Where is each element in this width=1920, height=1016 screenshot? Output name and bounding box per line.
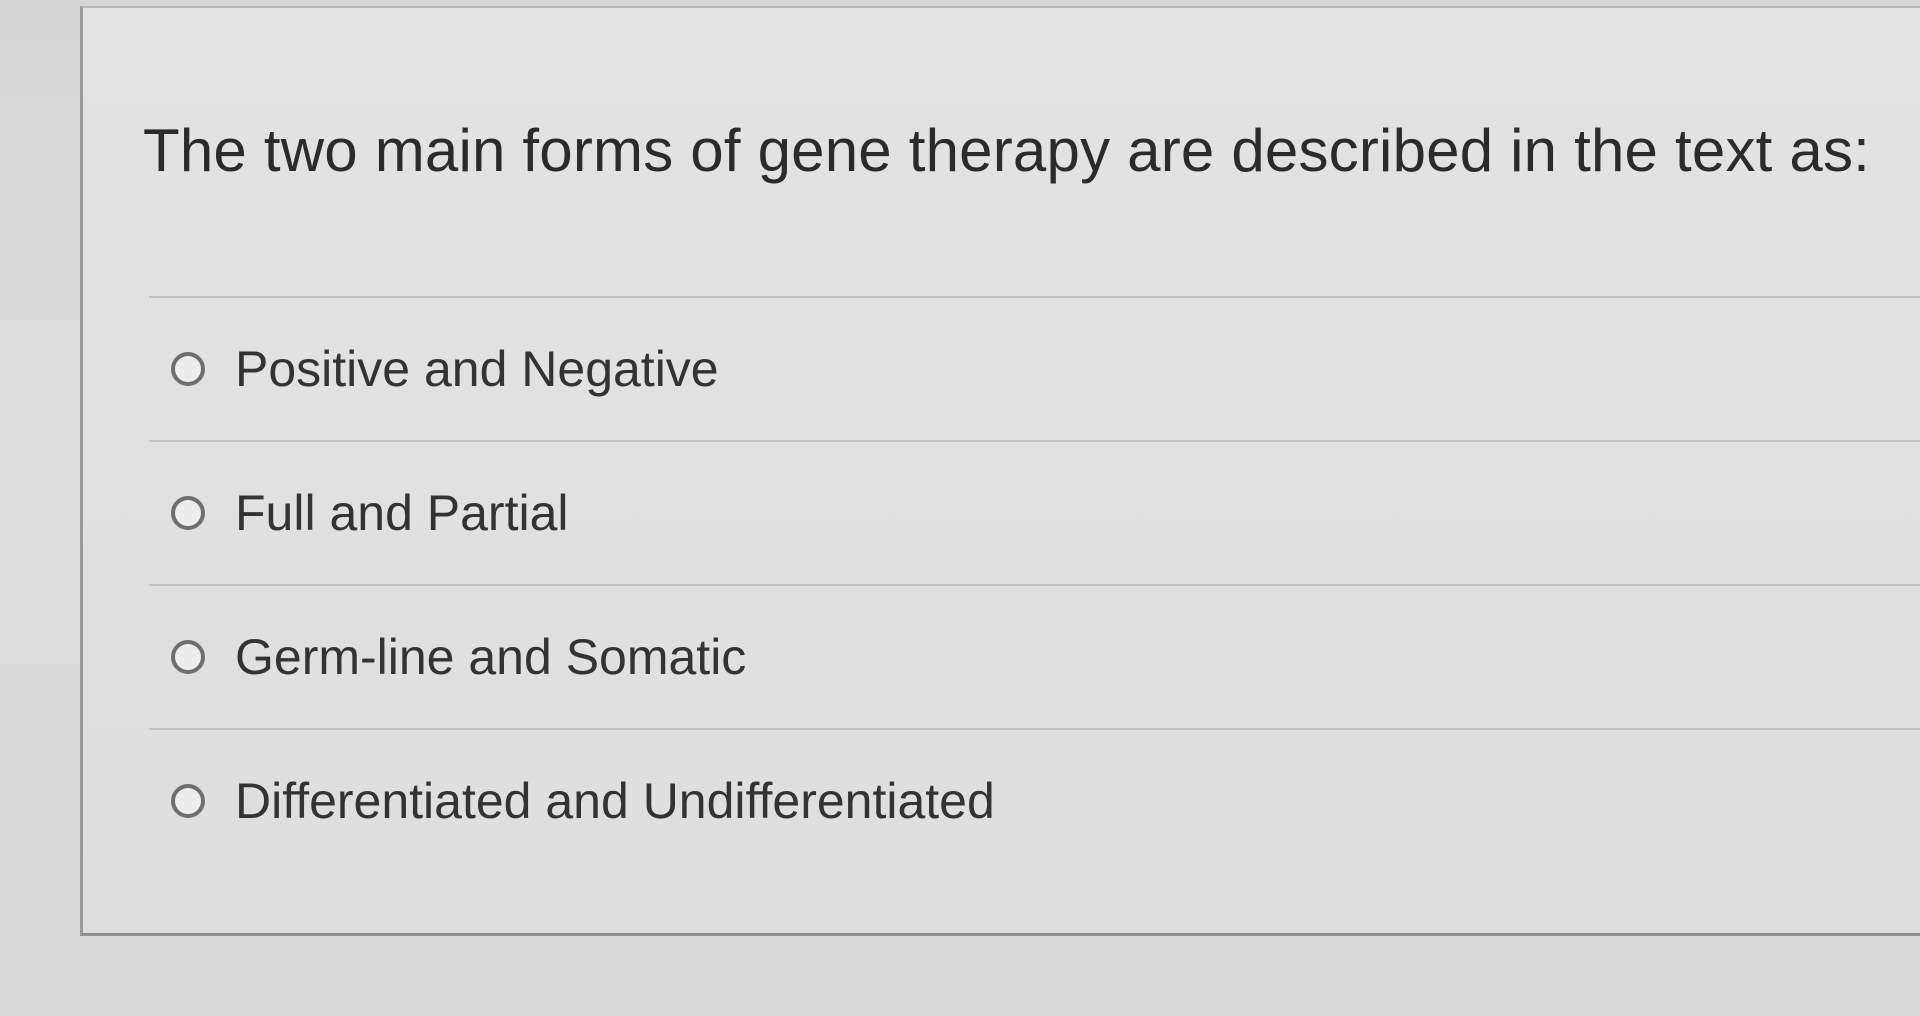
answer-option-2[interactable]: Full and Partial [149, 440, 1920, 584]
answer-option-label: Differentiated and Undifferentiated [235, 773, 995, 829]
answer-option-3[interactable]: Germ-line and Somatic [149, 584, 1920, 728]
answer-options: Positive and Negative Full and Partial G… [149, 296, 1920, 872]
question-card: The two main forms of gene therapy are d… [80, 6, 1920, 936]
radio-button-icon[interactable] [171, 496, 205, 530]
answer-option-4[interactable]: Differentiated and Undifferentiated [149, 728, 1920, 872]
radio-button-icon[interactable] [171, 352, 205, 386]
answer-option-label: Positive and Negative [235, 341, 719, 397]
answer-option-label: Germ-line and Somatic [235, 629, 747, 685]
screen: The two main forms of gene therapy are d… [0, 0, 1920, 1016]
answer-option-1[interactable]: Positive and Negative [149, 296, 1920, 440]
radio-button-icon[interactable] [171, 784, 205, 818]
question-text: The two main forms of gene therapy are d… [143, 117, 1871, 184]
radio-button-icon[interactable] [171, 640, 205, 674]
answer-option-label: Full and Partial [235, 485, 569, 541]
